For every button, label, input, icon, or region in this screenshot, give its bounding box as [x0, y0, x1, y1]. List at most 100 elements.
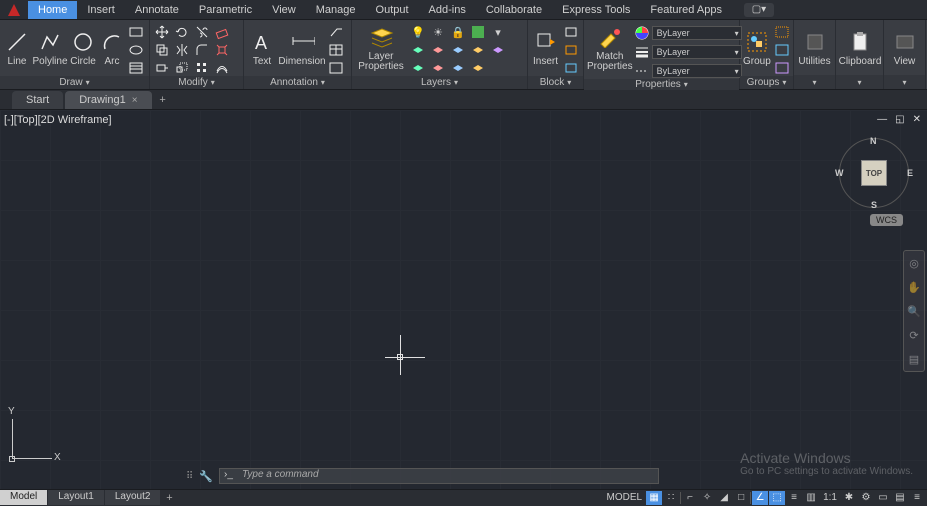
compass-e[interactable]: E: [907, 168, 913, 178]
status-model-button[interactable]: MODEL: [604, 491, 646, 505]
ribbon-tab-manage[interactable]: Manage: [306, 1, 366, 19]
layer-tool5-icon[interactable]: [489, 42, 507, 58]
panel-utilities-title[interactable]: [794, 75, 835, 89]
offset-icon[interactable]: [213, 60, 231, 76]
status-annoscale-icon[interactable]: ✱: [841, 491, 857, 505]
hatch-icon[interactable]: [127, 60, 145, 76]
circle-button[interactable]: Circle: [69, 22, 97, 74]
layer-tool7-icon[interactable]: [429, 60, 447, 76]
viewcube-top-face[interactable]: TOP: [861, 160, 887, 186]
command-line-customize-icon[interactable]: 🔧: [199, 470, 213, 483]
rotate-icon[interactable]: [173, 24, 191, 40]
panel-groups-title[interactable]: Groups: [740, 76, 793, 89]
status-customize-icon[interactable]: ≡: [909, 491, 925, 505]
ribbon-tab-annotate[interactable]: Annotate: [125, 1, 189, 19]
ribbon-tab-featuredapps[interactable]: Featured Apps: [640, 1, 732, 19]
layer-more-icon[interactable]: ▾: [489, 24, 507, 40]
file-tab-drawing1[interactable]: Drawing1×: [65, 91, 151, 109]
nav-zoom-icon[interactable]: 🔍: [906, 303, 922, 319]
layer-sun-icon[interactable]: ☀: [429, 24, 447, 40]
ribbon-tab-insert[interactable]: Insert: [77, 1, 125, 19]
trim-icon[interactable]: [193, 24, 211, 40]
layer-tool4-icon[interactable]: [469, 42, 487, 58]
match-properties-button[interactable]: Match Properties: [587, 22, 633, 74]
layer-properties-button[interactable]: Layer Properties: [355, 22, 407, 74]
ribbon-tab-output[interactable]: Output: [366, 1, 419, 19]
viewport-label[interactable]: [-][Top][2D Wireframe]: [4, 114, 112, 126]
ribbon-tab-view[interactable]: View: [262, 1, 306, 19]
command-input[interactable]: Type a command: [219, 468, 659, 484]
ellipse-icon[interactable]: [127, 42, 145, 58]
view-button[interactable]: View: [887, 22, 922, 74]
insert-button[interactable]: Insert: [531, 22, 560, 74]
explode-icon[interactable]: [213, 42, 231, 58]
minimize-icon[interactable]: —: [875, 114, 889, 125]
compass-w[interactable]: W: [835, 168, 844, 178]
mirror-icon[interactable]: [173, 42, 191, 58]
polyline-button[interactable]: Polyline: [33, 22, 67, 74]
layer-color-icon[interactable]: [469, 24, 487, 40]
layout-tab-model[interactable]: Model: [0, 490, 48, 505]
layer-tool1-icon[interactable]: [409, 42, 427, 58]
utilities-button[interactable]: Utilities: [797, 22, 832, 74]
nav-orbit-icon[interactable]: ⟳: [906, 327, 922, 343]
layer-tool9-icon[interactable]: [469, 60, 487, 76]
panel-annotation-title[interactable]: Annotation: [244, 76, 351, 89]
panel-view-title[interactable]: [884, 75, 925, 89]
status-osnap-icon[interactable]: □: [733, 491, 749, 505]
close-viewport-icon[interactable]: ✕: [911, 114, 923, 125]
file-tab-add[interactable]: +: [154, 91, 172, 109]
block-edit-icon[interactable]: [562, 42, 580, 58]
status-otrack-icon[interactable]: ∠: [752, 491, 768, 505]
ribbon-tab-addins[interactable]: Add-ins: [419, 1, 476, 19]
scale-icon[interactable]: [173, 60, 191, 76]
nav-pan-icon[interactable]: ✋: [906, 279, 922, 295]
clipboard-button[interactable]: Clipboard: [839, 22, 881, 74]
layer-lock-icon[interactable]: 🔒: [449, 24, 467, 40]
layout-tab-add[interactable]: +: [161, 492, 177, 504]
leader-icon[interactable]: [327, 24, 345, 40]
text-button[interactable]: A Text: [247, 22, 277, 74]
dimension-button[interactable]: Dimension: [279, 22, 325, 74]
drawing-area[interactable]: [-][Top][2D Wireframe] — ◱ ✕ N S W E TOP…: [0, 110, 927, 489]
command-line-handle-icon[interactable]: ⠿: [186, 471, 193, 482]
nav-showmotion-icon[interactable]: ▤: [906, 351, 922, 367]
panel-clipboard-title[interactable]: [836, 75, 883, 89]
layer-tool8-icon[interactable]: [449, 60, 467, 76]
panel-modify-title[interactable]: Modify: [150, 76, 243, 89]
panel-draw-title[interactable]: Draw: [0, 76, 149, 89]
layer-tool3-icon[interactable]: [449, 42, 467, 58]
panel-properties-title[interactable]: Properties: [584, 79, 739, 90]
mtext-icon[interactable]: [327, 60, 345, 76]
group-edit-icon[interactable]: [773, 42, 791, 58]
status-iso-icon[interactable]: ◢: [716, 491, 732, 505]
layer-bulb-icon[interactable]: 💡: [409, 24, 427, 40]
layer-tool6-icon[interactable]: [409, 60, 427, 76]
ribbon-tab-parametric[interactable]: Parametric: [189, 1, 262, 19]
status-polar-icon[interactable]: ✧: [699, 491, 715, 505]
erase-icon[interactable]: [213, 24, 231, 40]
nav-wheel-icon[interactable]: ◎: [906, 255, 922, 271]
fillet-icon[interactable]: [193, 42, 211, 58]
block-create-icon[interactable]: [562, 24, 580, 40]
ribbon-tab-collaborate[interactable]: Collaborate: [476, 1, 552, 19]
lineweight-select[interactable]: ByLayer: [652, 45, 742, 59]
ribbon-minimize-button[interactable]: ▢▾: [744, 3, 774, 17]
ribbon-tab-home[interactable]: Home: [28, 1, 77, 19]
group-button[interactable]: Group: [743, 22, 771, 74]
status-dynamic-icon[interactable]: ⬚: [769, 491, 785, 505]
view-cube[interactable]: N S W E TOP: [839, 138, 909, 208]
status-cleanscreen-icon[interactable]: ▤: [892, 491, 908, 505]
maximize-icon[interactable]: ◱: [893, 114, 906, 125]
move-icon[interactable]: [153, 24, 171, 40]
color-select[interactable]: ByLayer: [652, 26, 742, 40]
close-icon[interactable]: ×: [132, 95, 138, 106]
table-icon[interactable]: [327, 42, 345, 58]
group-bbx-icon[interactable]: [773, 60, 791, 76]
panel-layers-title[interactable]: Layers: [352, 76, 527, 89]
compass-n[interactable]: N: [870, 136, 877, 146]
compass-s[interactable]: S: [871, 200, 877, 210]
arc-button[interactable]: Arc: [99, 22, 125, 74]
array-icon[interactable]: [193, 60, 211, 76]
wcs-badge[interactable]: WCS: [870, 214, 903, 226]
